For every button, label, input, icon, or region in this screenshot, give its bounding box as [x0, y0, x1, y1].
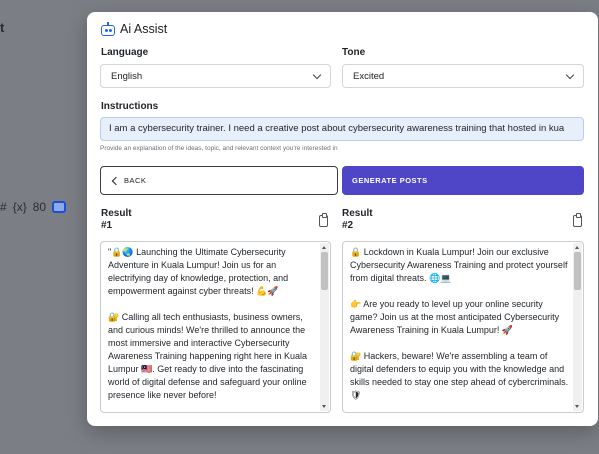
- scroll-down-icon[interactable]: [322, 405, 326, 408]
- result-1-textarea[interactable]: "🔒🌏 Launching the Ultimate Cybersecurity…: [100, 241, 331, 413]
- scroll-down-icon[interactable]: [575, 405, 579, 408]
- result-1-number: #1: [101, 220, 113, 231]
- scrollbar-thumb[interactable]: [574, 252, 581, 290]
- instructions-helper-text: Provide an explanation of the ideas, top…: [100, 145, 338, 152]
- result-2-scrollbar[interactable]: [573, 243, 582, 411]
- result-paragraph: 🔒 Lockdown in Kuala Lumpur! Join our exc…: [350, 247, 568, 283]
- result-2-content: 🔒 Lockdown in Kuala Lumpur! Join our exc…: [350, 246, 572, 412]
- result-2-number: #2: [342, 220, 354, 231]
- link-icon: 80: [32, 200, 47, 214]
- scroll-up-icon[interactable]: [575, 246, 579, 249]
- back-button[interactable]: BACK: [100, 166, 338, 195]
- result-2-label: Result: [342, 208, 373, 219]
- modal-title: Ai Assist: [120, 22, 168, 36]
- ai-assist-modal: Ai Assist Language English Tone Excited …: [87, 12, 598, 426]
- background-toolbar: # {x} 80: [0, 200, 67, 214]
- clipboard-icon[interactable]: [573, 213, 582, 227]
- tone-value: Excited: [353, 70, 385, 82]
- instructions-label: Instructions: [101, 101, 159, 112]
- instructions-input[interactable]: I am a cybersecurity trainer. I need a c…: [100, 117, 584, 141]
- language-select[interactable]: English: [100, 64, 331, 88]
- result-paragraph: 🔐 Calling all tech enthusiasts, business…: [108, 312, 307, 400]
- generate-posts-button[interactable]: GENERATE POSTS: [342, 166, 584, 195]
- chevron-left-icon: [111, 176, 121, 185]
- tone-label: Tone: [342, 47, 366, 58]
- generate-posts-label: GENERATE POSTS: [352, 176, 428, 185]
- modal-header: Ai Assist: [101, 22, 167, 36]
- result-1-heading: Result #1: [101, 208, 132, 232]
- scrollbar-thumb[interactable]: [321, 252, 328, 290]
- background-title-fragment: t: [0, 20, 5, 35]
- clipboard-icon[interactable]: [319, 213, 328, 227]
- result-2-textarea[interactable]: 🔒 Lockdown in Kuala Lumpur! Join our exc…: [342, 241, 584, 413]
- language-label: Language: [101, 47, 149, 58]
- result-paragraph: 👉 Are you ready to level up your online …: [350, 299, 560, 335]
- robot-icon: [52, 201, 67, 213]
- chevron-down-icon: [312, 70, 322, 79]
- chevron-down-icon: [565, 70, 575, 79]
- back-button-label: BACK: [124, 176, 147, 185]
- result-1-label: Result: [101, 208, 132, 219]
- variable-icon: {x}: [12, 200, 27, 214]
- result-paragraph: 🔐 Hackers, beware! We're assembling a te…: [350, 351, 569, 400]
- robot-icon: [101, 22, 115, 36]
- result-paragraph: "🔒🌏 Launching the Ultimate Cybersecurity…: [108, 247, 289, 296]
- scroll-up-icon[interactable]: [322, 246, 326, 249]
- hash-icon: #: [0, 200, 7, 214]
- language-value: English: [111, 70, 143, 82]
- tone-select[interactable]: Excited: [342, 64, 584, 88]
- result-2-heading: Result #2: [342, 208, 373, 232]
- result-1-scrollbar[interactable]: [320, 243, 329, 411]
- result-1-content: "🔒🌏 Launching the Ultimate Cybersecurity…: [108, 246, 320, 412]
